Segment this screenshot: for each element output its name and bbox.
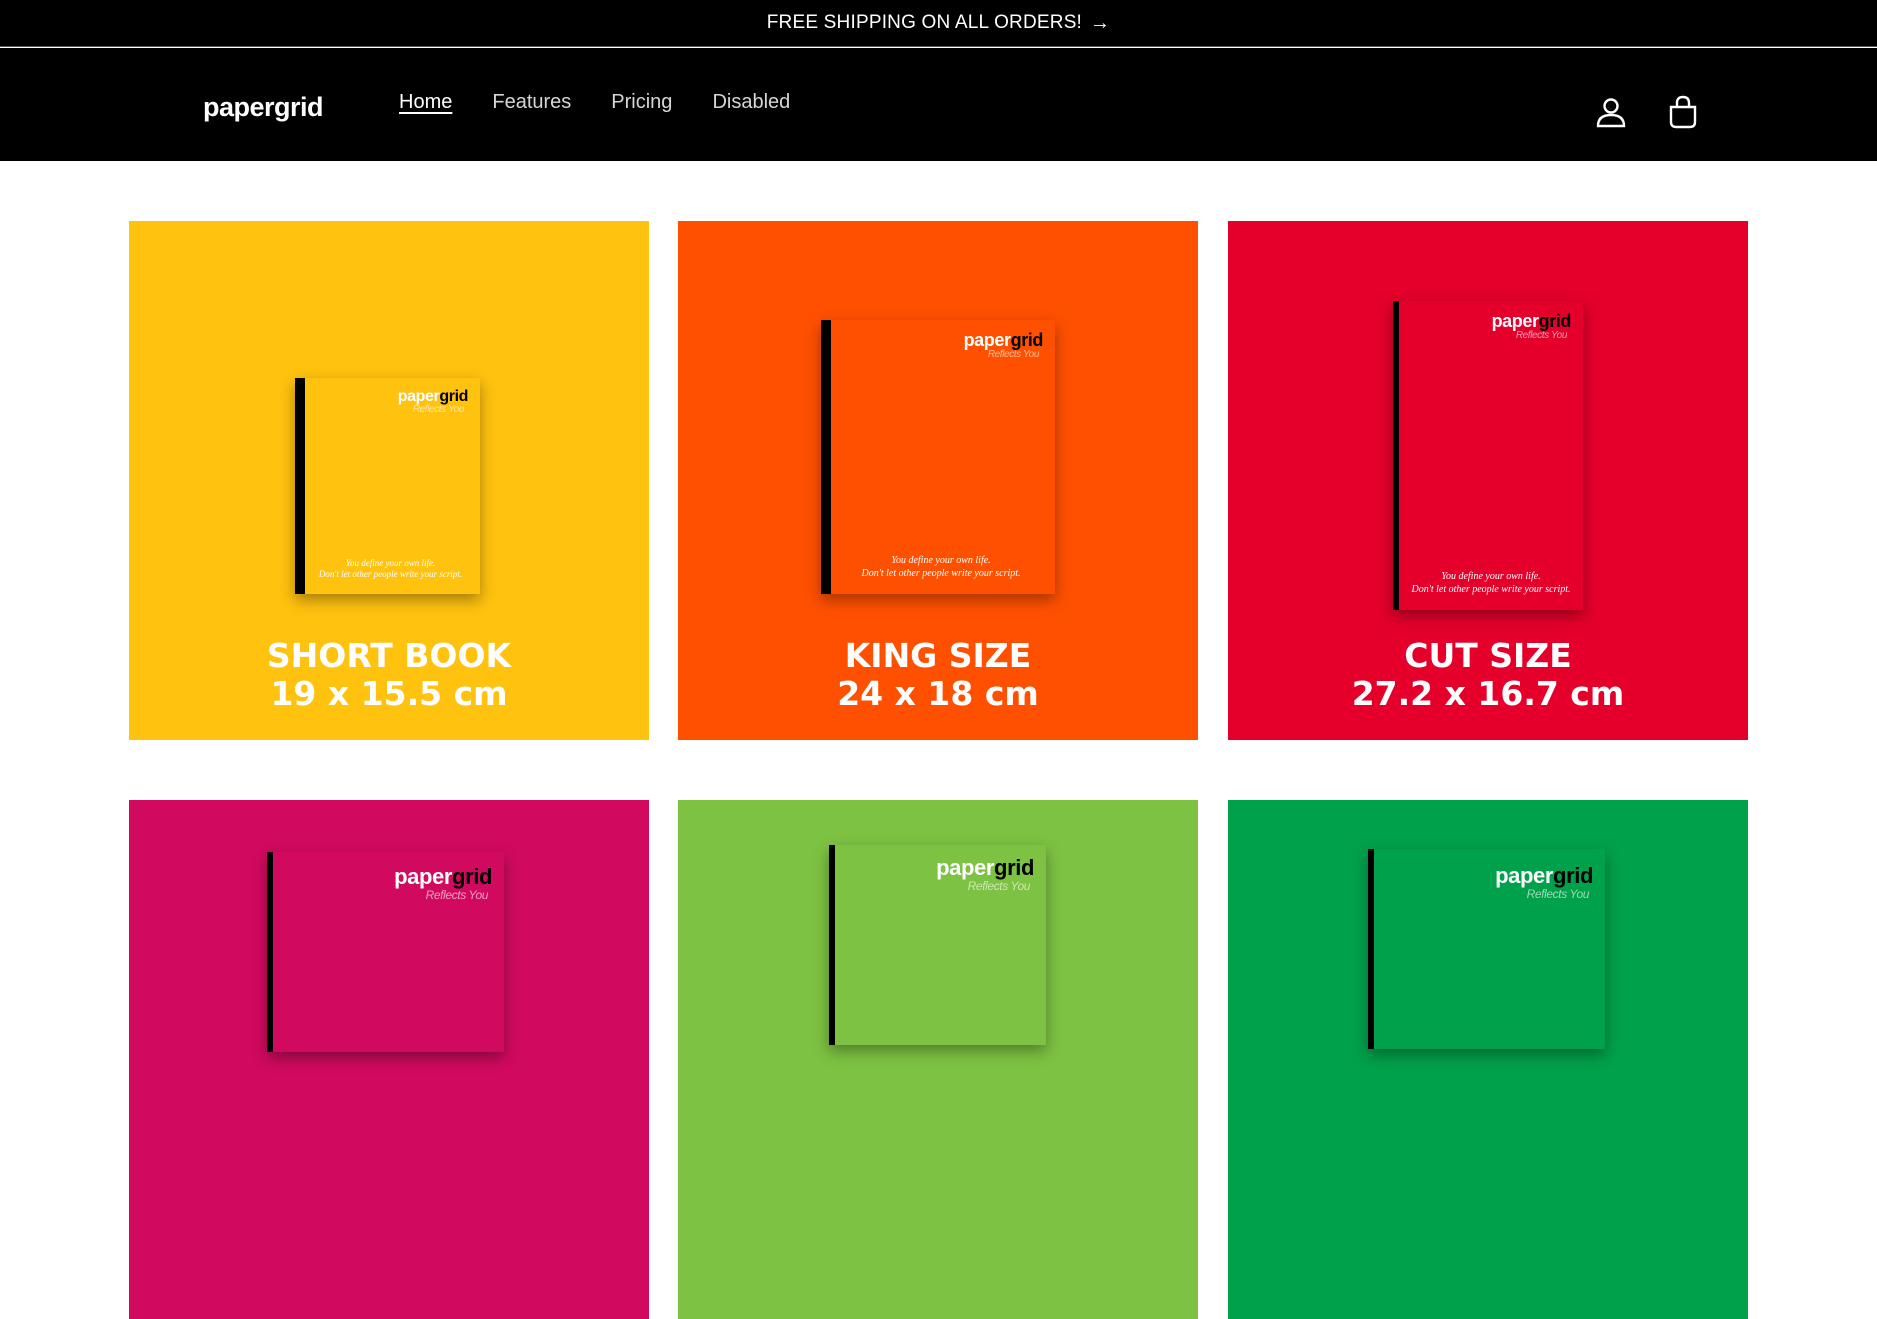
notebook-brand: papergrid Reflects You (936, 855, 1034, 893)
notebook-image: papergrid Reflects You (267, 852, 504, 1052)
notebook-spine (1368, 849, 1374, 1049)
notebook-brand: papergrid Reflects You (1491, 311, 1572, 341)
brand-tagline: Reflects You (967, 879, 1031, 893)
product-card[interactable]: papergrid Reflects You (678, 800, 1198, 1319)
notebook-quote: You define your own life. Don't let othe… (307, 558, 474, 580)
account-icon[interactable] (1594, 95, 1628, 129)
quote-line: Don't let other people write your script… (318, 569, 463, 579)
quote-line: You define your own life. (345, 558, 436, 568)
notebook-spine (829, 845, 835, 1045)
brand-light: paper (1495, 863, 1554, 888)
notebook-image: papergrid Reflects You You define your o… (821, 320, 1055, 594)
product-card[interactable]: papergrid Reflects You (1228, 800, 1748, 1319)
brand-tagline: Reflects You (1526, 887, 1590, 901)
product-card[interactable]: papergrid Reflects You You define your o… (678, 221, 1198, 740)
announcement-bar[interactable]: FREE SHIPPING ON ALL ORDERS! → (0, 0, 1877, 47)
brand-light: paper (397, 388, 440, 405)
quote-line: Don't let other people write your script… (861, 568, 1021, 579)
brand-light: paper (394, 864, 453, 889)
nav-pricing[interactable]: Pricing (611, 91, 672, 114)
nav-features[interactable]: Features (492, 91, 571, 114)
notebook-quote: You define your own life. Don't let othe… (833, 554, 1049, 580)
product-card[interactable]: papergrid Reflects You You define your o… (1228, 221, 1748, 740)
product-card[interactable]: papergrid Reflects You You define your o… (129, 221, 649, 740)
notebook-spine (267, 852, 273, 1052)
brand-tagline: Reflects You (1515, 330, 1568, 341)
product-caption: CUT SIZE 27.2 x 16.7 cm (1228, 637, 1748, 713)
quote-line: You define your own life. (891, 555, 991, 566)
notebook-spine (295, 378, 305, 594)
notebook-spine (1393, 301, 1399, 610)
product-size: 24 x 18 cm (837, 674, 1039, 713)
product-caption: KING SIZE 24 x 18 cm (678, 637, 1198, 713)
product-name: KING SIZE (844, 636, 1032, 675)
brand-dark: grid (1553, 863, 1593, 888)
product-name: CUT SIZE (1404, 636, 1572, 675)
nav-disabled[interactable]: Disabled (712, 91, 790, 114)
brand-tagline: Reflects You (425, 888, 489, 902)
notebook-image: papergrid Reflects You (1368, 849, 1605, 1049)
site-header: papergrid Home Features Pricing Disabled (0, 48, 1877, 161)
brand-dark: grid (1538, 311, 1572, 331)
notebook-brand: papergrid Reflects You (1495, 863, 1593, 901)
brand-dark: grid (439, 388, 468, 405)
brand-tagline: Reflects You (412, 404, 465, 415)
brand-light: paper (963, 330, 1011, 350)
arrow-right-icon: → (1090, 11, 1111, 34)
notebook-brand: papergrid Reflects You (963, 330, 1044, 360)
notebook-brand: papergrid Reflects You (394, 864, 492, 902)
announcement-text: FREE SHIPPING ON ALL ORDERS! (766, 12, 1083, 33)
notebook-image: papergrid Reflects You You define your o… (295, 378, 480, 594)
notebook-spine (821, 320, 831, 594)
cart-icon[interactable] (1666, 95, 1700, 129)
main-nav: Home Features Pricing Disabled (399, 91, 790, 114)
quote-line: Don't let other people write your script… (1411, 584, 1571, 595)
brand-dark: grid (452, 864, 492, 889)
nav-home[interactable]: Home (399, 91, 452, 114)
brand-light: paper (1491, 311, 1539, 331)
product-caption: SHORT BOOK 19 x 15.5 cm (129, 637, 649, 713)
brand-dark: grid (1010, 330, 1044, 350)
notebook-quote: You define your own life. Don't let othe… (1405, 570, 1577, 596)
product-size: 27.2 x 16.7 cm (1351, 674, 1625, 713)
product-size: 19 x 15.5 cm (270, 674, 508, 713)
site-logo[interactable]: papergrid (203, 92, 324, 123)
brand-tagline: Reflects You (987, 349, 1040, 360)
quote-line: You define your own life. (1441, 571, 1541, 582)
product-name: SHORT BOOK (266, 636, 512, 675)
brand-dark: grid (994, 855, 1034, 880)
product-card[interactable]: papergrid Reflects You (129, 800, 649, 1319)
notebook-brand: papergrid Reflects You (397, 388, 469, 415)
notebook-image: papergrid Reflects You You define your o… (1393, 301, 1583, 610)
brand-light: paper (936, 855, 995, 880)
notebook-image: papergrid Reflects You (829, 845, 1046, 1045)
